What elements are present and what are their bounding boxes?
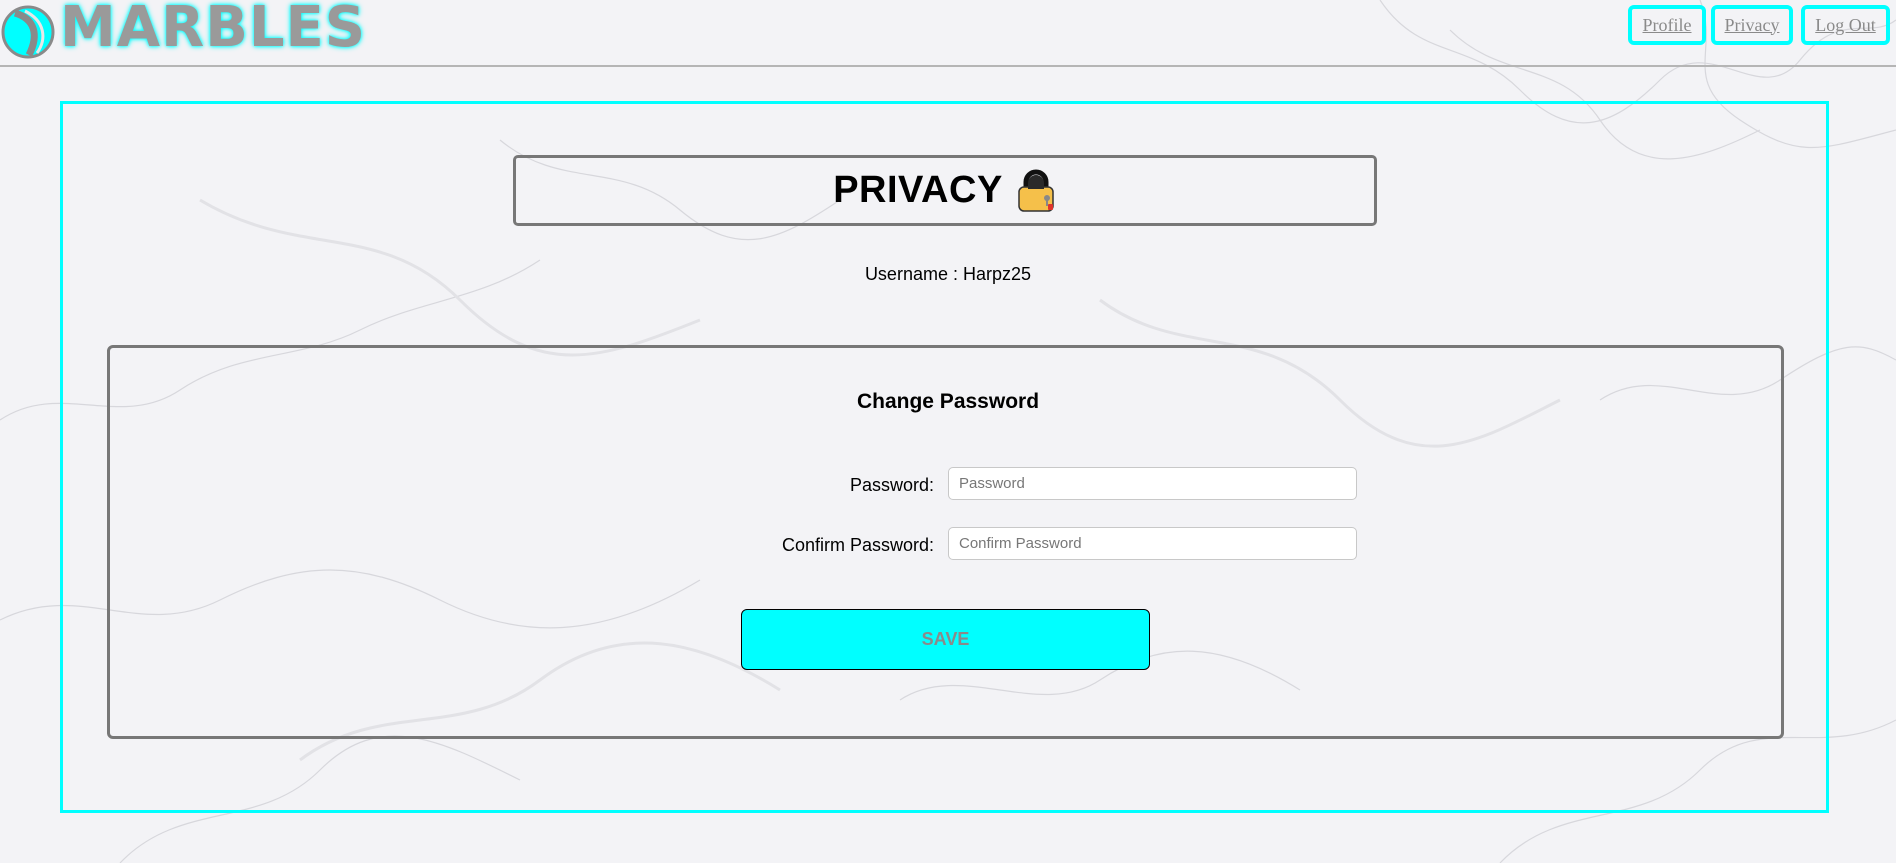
- nav-privacy-link[interactable]: Privacy: [1711, 5, 1793, 45]
- change-password-heading: Change Password: [856, 390, 1040, 413]
- page-title-box: PRIVACY: [513, 155, 1377, 226]
- save-button[interactable]: SAVE: [741, 609, 1150, 670]
- page-title: PRIVACY: [833, 169, 1003, 211]
- username-line: Username : Harpz25: [0, 264, 1896, 285]
- marble-logo-icon: [1, 5, 55, 59]
- nav-profile-link[interactable]: Profile: [1628, 5, 1706, 45]
- top-header: MARBLES Profile Privacy Log Out: [0, 0, 1896, 67]
- confirm-password-label: Confirm Password:: [781, 535, 934, 555]
- username-label: Username :: [864, 264, 958, 284]
- lock-icon: [1018, 169, 1054, 212]
- nav-logout-link[interactable]: Log Out: [1801, 5, 1890, 45]
- confirm-password-input[interactable]: [948, 527, 1357, 560]
- logo-text: MARBLES: [60, 0, 367, 60]
- password-label: Password:: [849, 475, 934, 495]
- password-input[interactable]: [948, 467, 1357, 500]
- username-value: Harpz25: [963, 264, 1032, 284]
